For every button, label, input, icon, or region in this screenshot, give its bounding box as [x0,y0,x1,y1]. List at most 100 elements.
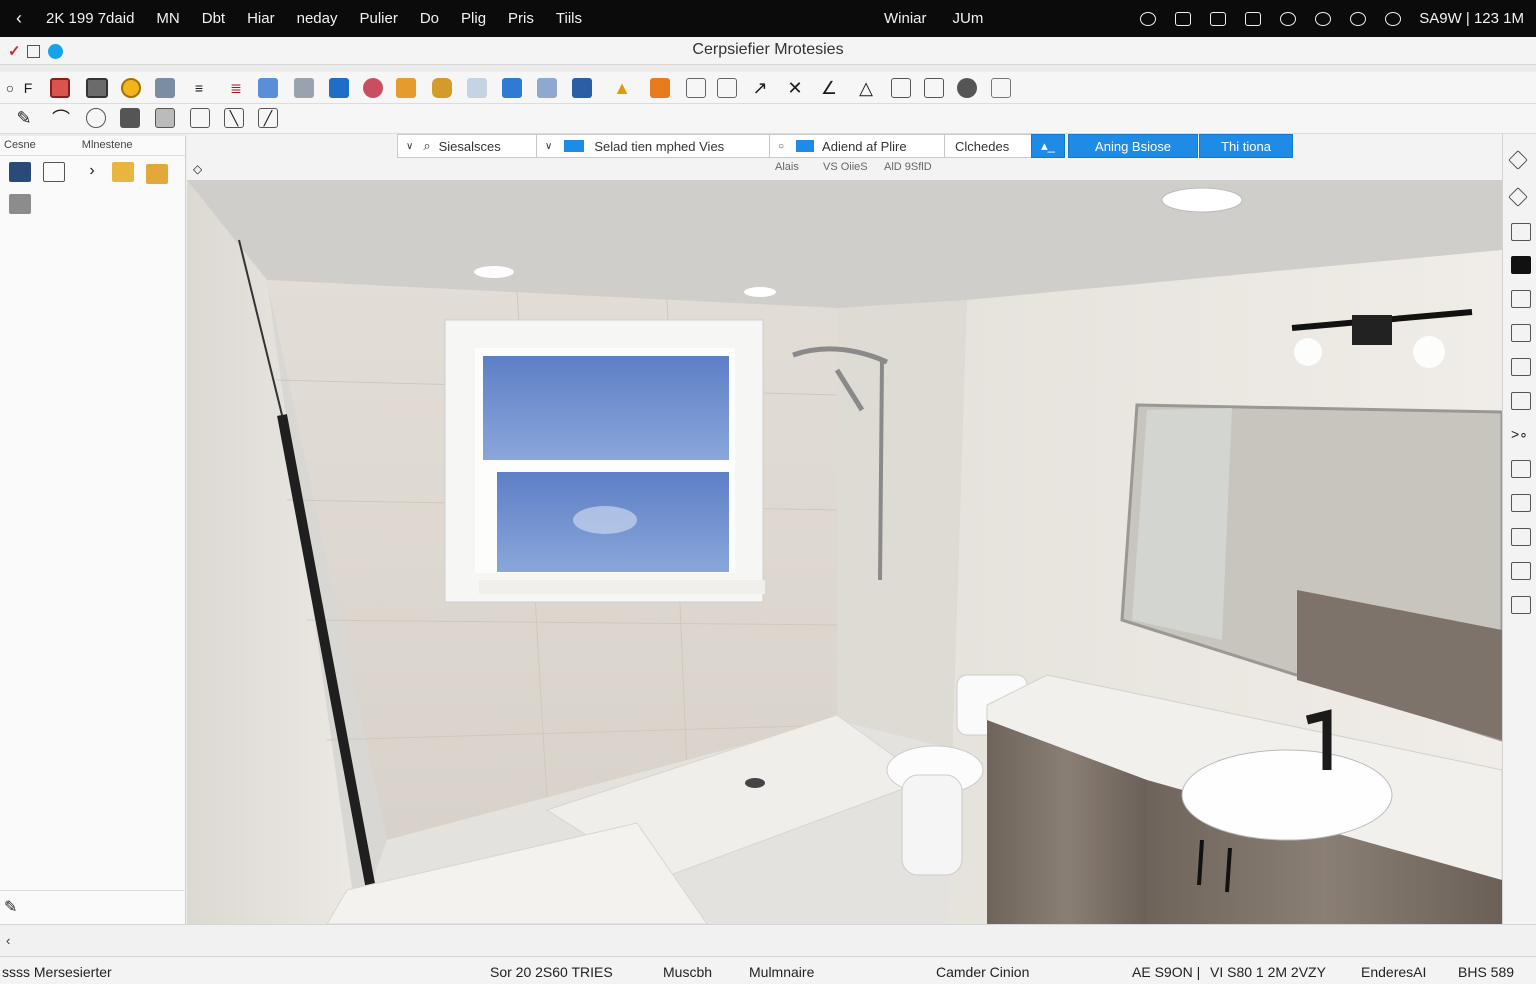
folder-open-icon[interactable] [146,164,168,184]
camera-icon[interactable] [1511,596,1531,614]
menu-item[interactable]: Pris [508,10,534,27]
diamond-icon[interactable] [1508,187,1528,207]
display-icon[interactable] [1245,11,1262,26]
brush-icon[interactable] [43,162,65,182]
angle-icon[interactable]: ∠ [819,78,839,98]
wall-icon[interactable] [50,78,70,98]
column-icon[interactable] [924,78,944,98]
menu-item[interactable]: 2K 199 7daid [46,10,134,27]
view-dropdown[interactable]: ∨ ⌕ Siesalsces [397,134,537,158]
image-icon[interactable] [155,108,175,128]
control-icon[interactable] [1385,11,1402,26]
search-icon[interactable] [1350,11,1367,26]
options-button[interactable]: Thi tiona [1199,134,1293,158]
edit-icon[interactable]: ✎ [14,108,34,128]
plane-dropdown[interactable]: ○ Adiend af Plire [769,134,945,158]
diamond-icon[interactable]: ◇ [193,162,202,176]
pointer-icon[interactable] [467,78,487,98]
circle-icon[interactable] [1140,11,1157,26]
status-mode[interactable]: Muscbh [663,964,712,980]
furniture-icon[interactable] [396,78,416,98]
image-icon[interactable] [9,162,31,182]
grid-icon[interactable] [1511,528,1531,546]
light-icon[interactable] [572,78,592,98]
wifi-icon[interactable] [1280,11,1297,26]
layout-icon[interactable] [120,108,140,128]
stair-icon[interactable]: ≡ [189,78,209,98]
camera-icon[interactable] [502,78,522,98]
frame-icon[interactable] [190,108,210,128]
tab-scene[interactable]: Cesne [0,136,40,155]
close-icon[interactable]: ✕ [785,78,805,98]
pin-icon[interactable] [1315,11,1332,26]
layers-icon[interactable]: ▴_ [1031,134,1065,158]
layers-icon[interactable] [1511,494,1531,512]
square-icon[interactable] [891,78,911,98]
chevron-left-icon[interactable]: ‹ [16,8,46,29]
color-icon[interactable] [329,78,349,98]
clock[interactable]: SA9W | 123 1M [1419,10,1524,27]
menu-item[interactable]: Plig [461,10,486,27]
sub-label[interactable]: AlD 9SflD [884,161,932,173]
cabinet-icon[interactable] [294,78,314,98]
clothes-button[interactable]: Clchedes [944,134,1032,158]
arc-icon[interactable]: ⌒ [51,108,71,129]
floorplan-icon[interactable]: F [18,78,38,98]
status-mode[interactable]: Mulmnaire [749,964,814,980]
view-icon[interactable] [1511,290,1531,308]
horizontal-scrollbar[interactable]: ‹ [0,924,1536,956]
grid-icon[interactable] [686,78,706,98]
square-icon[interactable] [1210,11,1227,26]
menu-item[interactable]: Tiils [556,10,582,27]
oval-icon[interactable] [86,108,106,128]
brush-icon[interactable] [1511,562,1531,580]
chevron-right-icon[interactable]: › [81,162,103,182]
material-icon[interactable]: ▲ [612,78,632,98]
triangle-icon[interactable]: △ [856,78,876,98]
pen-icon[interactable]: ╱ [258,108,278,128]
window-icon[interactable] [258,78,278,98]
select-icon[interactable]: ○ [0,78,20,98]
menu-item[interactable]: Do [420,10,439,27]
elevation-icon[interactable] [363,78,383,98]
edit-icon[interactable] [1511,324,1531,342]
chevron-left-icon[interactable]: ‹ [6,933,10,948]
image-icon[interactable] [1511,460,1531,478]
folder-icon[interactable] [1511,392,1531,410]
room-icon[interactable] [86,78,108,98]
menu-item[interactable]: Winiar [884,10,927,27]
menu-item[interactable]: JUm [953,10,984,27]
chevron-right-icon[interactable]: >∘ [1511,426,1531,444]
window-icon[interactable] [1175,11,1192,26]
edit-icon[interactable]: ✎ [4,897,26,917]
monitor-icon[interactable] [537,78,557,98]
angle-icon[interactable]: ↗ [750,78,770,98]
frame-icon[interactable] [1511,256,1531,274]
circle-icon[interactable] [121,78,141,98]
folder-icon[interactable] [112,162,134,182]
menu-item[interactable]: Pulier [359,10,397,27]
render-mode-dropdown[interactable]: ∨ Selad tien mphed Vies [536,134,770,158]
tape-icon[interactable] [432,78,452,98]
3d-viewport[interactable] [187,180,1502,924]
table-icon[interactable] [650,78,670,98]
chevron-icon[interactable] [717,78,737,98]
tab-materials[interactable]: Mlnestene [78,136,137,155]
lighting-button[interactable]: Aning Bsiose [1068,134,1198,158]
view-icon[interactable] [1511,358,1531,376]
edit-icon[interactable] [1511,223,1531,241]
sub-label[interactable]: VS OiieS [823,161,868,173]
menu-item[interactable]: neday [297,10,338,27]
menu-item[interactable]: MN [156,10,179,27]
menu-item[interactable]: Dbt [202,10,225,27]
menu-item[interactable]: Hiar [247,10,275,27]
photo-icon[interactable] [9,194,31,214]
diagonal-icon[interactable]: ╲ [224,108,244,128]
dimension-icon[interactable]: ≣ [226,78,246,98]
diamond-icon[interactable] [1508,150,1528,170]
sub-label[interactable]: Alais [775,161,799,173]
sphere-icon[interactable] [957,78,977,98]
page-icon[interactable] [991,78,1011,98]
door-icon[interactable] [155,78,175,98]
status-camera[interactable]: Camder Cinion [936,964,1029,980]
